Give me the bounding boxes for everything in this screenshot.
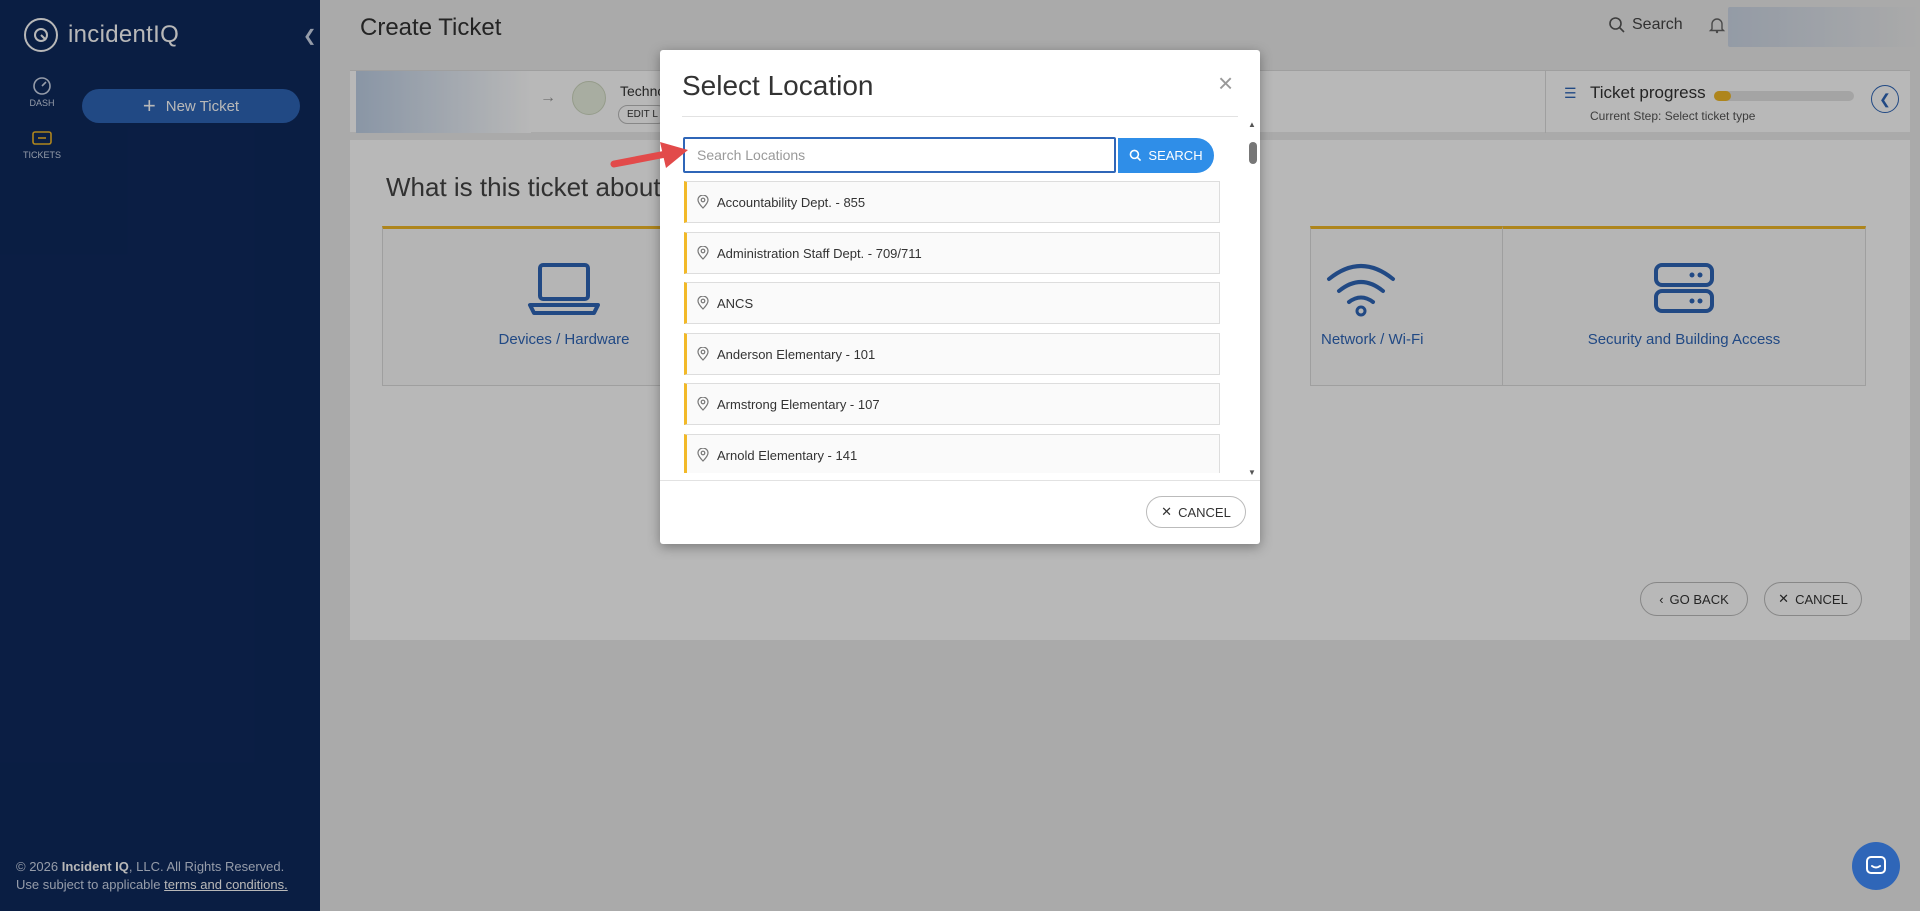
list-item[interactable]: Anderson Elementary - 101 xyxy=(684,333,1220,375)
close-icon: ✕ xyxy=(1161,504,1173,519)
location-list: Accountability Dept. - 855 Administratio… xyxy=(684,181,1220,473)
modal-title: Select Location xyxy=(682,70,874,101)
scroll-up-icon[interactable]: ▲ xyxy=(1248,120,1256,129)
modal-cancel-button[interactable]: ✕ CANCEL xyxy=(1146,496,1246,528)
list-item[interactable]: Armstrong Elementary - 107 xyxy=(684,383,1220,425)
location-name: Anderson Elementary - 101 xyxy=(717,346,876,362)
list-item[interactable]: Arnold Elementary - 141 xyxy=(684,434,1220,473)
map-pin-icon xyxy=(697,347,709,361)
chat-icon xyxy=(1866,856,1886,874)
divider xyxy=(660,480,1260,481)
list-scrollbar[interactable]: ▲ ▼ xyxy=(1246,120,1260,480)
list-item[interactable]: ANCS xyxy=(684,282,1220,324)
location-name: Administration Staff Dept. - 709/711 xyxy=(717,245,922,261)
cancel-label: CANCEL xyxy=(1178,504,1231,520)
location-name: Accountability Dept. - 855 xyxy=(717,194,866,210)
location-name: ANCS xyxy=(717,295,754,311)
map-pin-icon xyxy=(697,397,709,411)
chat-launcher-button[interactable] xyxy=(1852,842,1900,890)
list-item[interactable]: Administration Staff Dept. - 709/711 xyxy=(684,232,1220,274)
location-name: Armstrong Elementary - 107 xyxy=(717,396,880,412)
location-search-input[interactable] xyxy=(683,137,1116,173)
map-pin-icon xyxy=(697,448,709,462)
select-location-modal: Select Location × SEARCH Accountability … xyxy=(660,50,1260,544)
search-icon xyxy=(1130,149,1142,162)
search-button-label: SEARCH xyxy=(1148,148,1203,163)
map-pin-icon xyxy=(697,195,709,209)
annotation-arrow-icon xyxy=(610,142,688,168)
search-button[interactable]: SEARCH xyxy=(1118,138,1214,173)
map-pin-icon xyxy=(697,246,709,260)
divider xyxy=(682,116,1238,117)
map-pin-icon xyxy=(697,296,709,310)
scroll-down-icon[interactable]: ▼ xyxy=(1248,468,1256,477)
close-icon[interactable]: × xyxy=(1218,68,1233,99)
location-name: Arnold Elementary - 141 xyxy=(717,447,858,463)
scrollbar-thumb[interactable] xyxy=(1249,142,1257,164)
list-item[interactable]: Accountability Dept. - 855 xyxy=(684,181,1220,223)
